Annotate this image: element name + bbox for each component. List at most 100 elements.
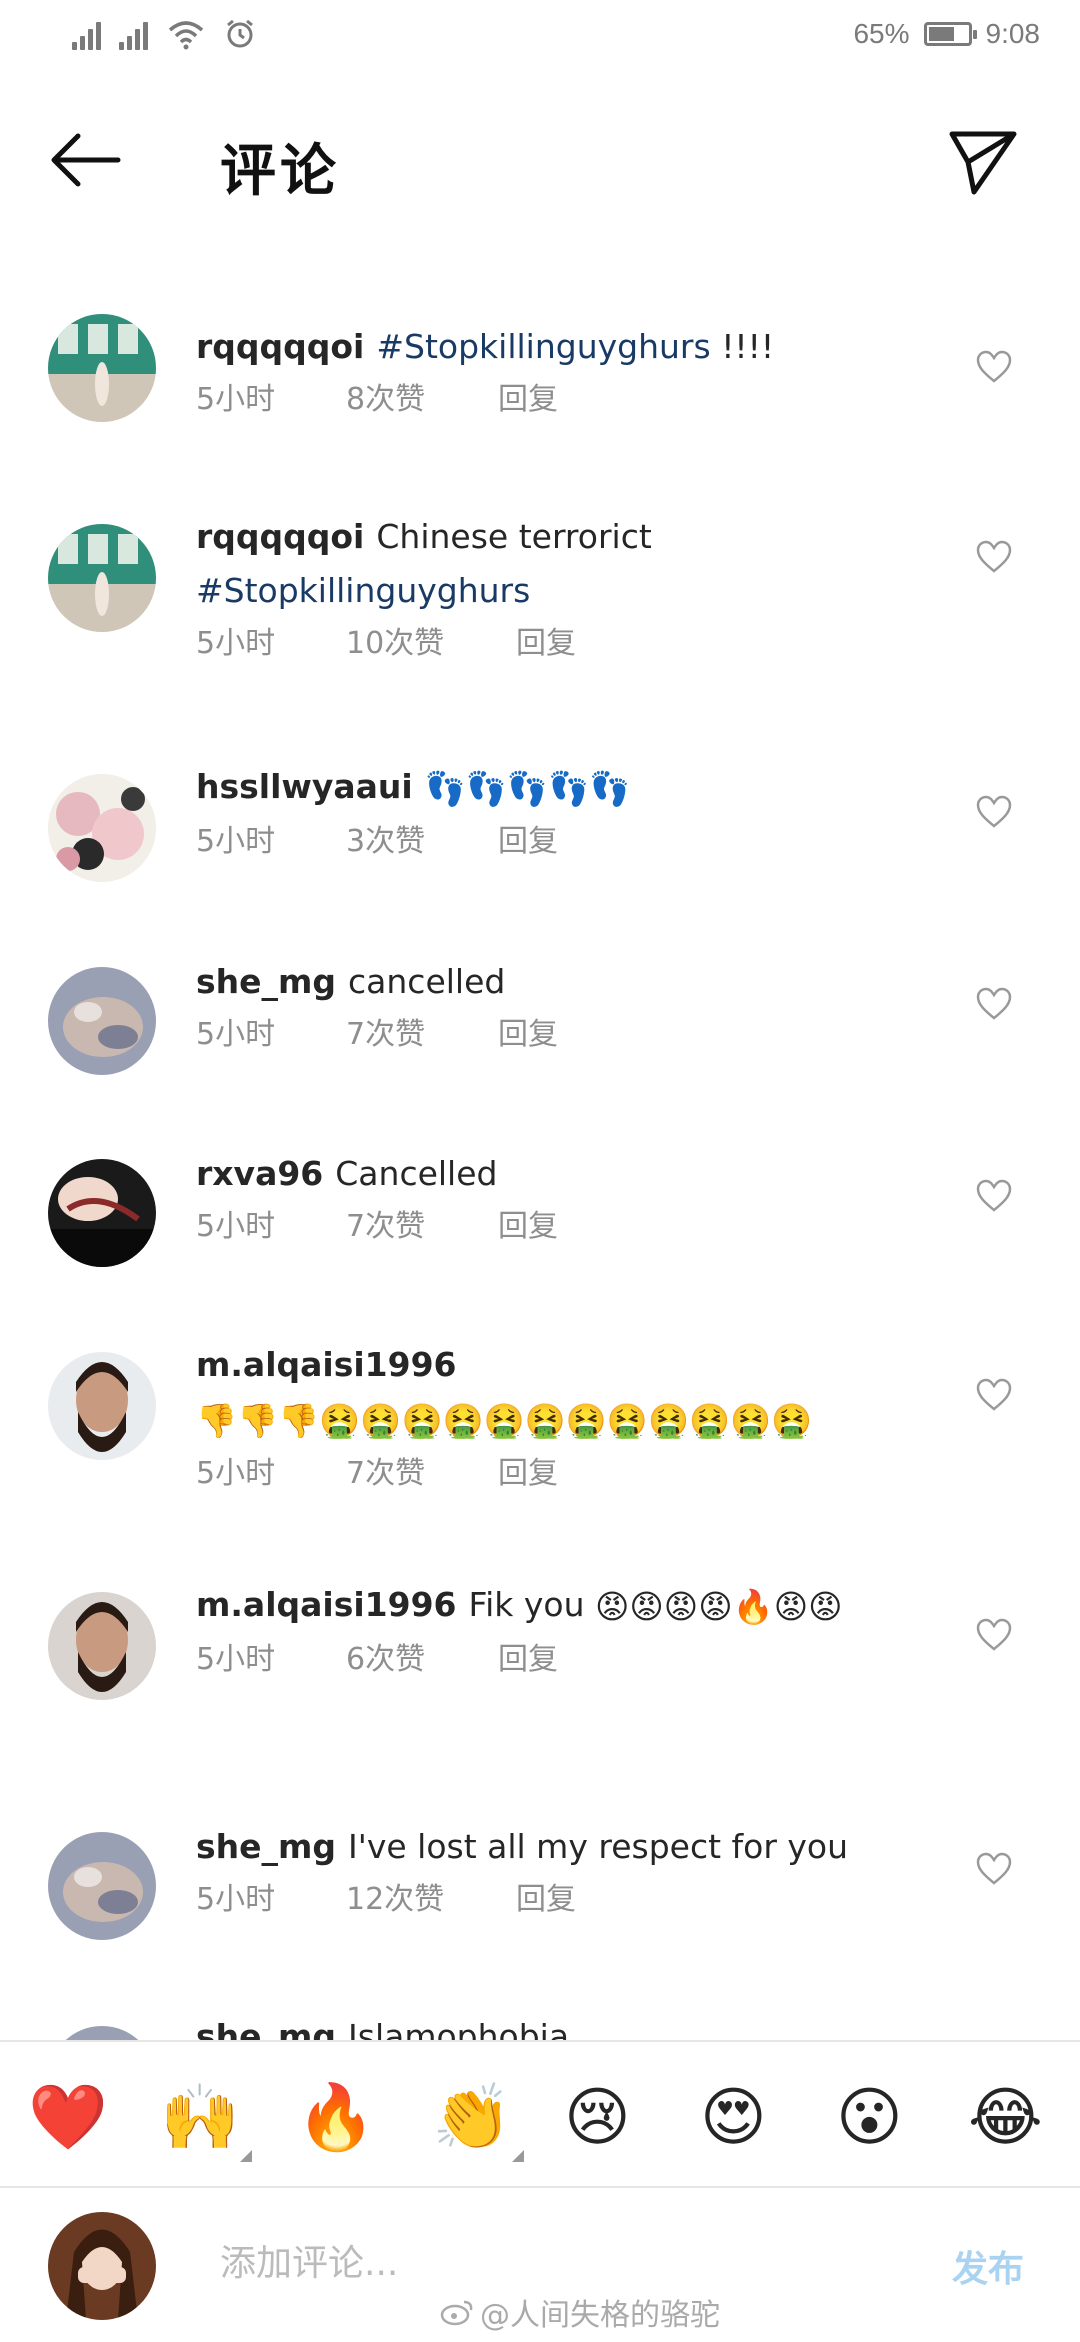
- heart-icon[interactable]: [976, 795, 1012, 829]
- avatar[interactable]: [48, 1352, 156, 1460]
- comment-text: Fik you: [468, 1585, 585, 1624]
- avatar[interactable]: [48, 967, 156, 1075]
- weibo-logo-icon: [440, 2300, 473, 2326]
- comment-body: rqqqqqoi Chinese terrorict #Stopkillinguy…: [196, 510, 916, 664]
- comment-time: 5小时: [196, 1882, 276, 1917]
- hashtag-link[interactable]: #Stopkillinguyghurs: [196, 571, 530, 610]
- comment-body: m.alqaisi1996 👎👎👎🤮🤮🤮🤮🤮🤮🤮🤮🤮🤮🤮🤮 5小时 7次赞 回复: [196, 1338, 916, 1494]
- reaction-raised-hands[interactable]: 🙌: [160, 2078, 252, 2162]
- signal-icon-2: [119, 20, 148, 50]
- comment-text: cancelled: [348, 962, 506, 1001]
- comment-time: 5小时: [196, 1017, 276, 1052]
- comment-text: !!!!: [721, 327, 775, 366]
- alarm-icon: [227, 19, 253, 48]
- heart-icon[interactable]: [976, 540, 1012, 574]
- header: 评论: [0, 110, 1080, 210]
- comment-body: hssllwyaaui 👣👣👣👣👣 5小时 3次赞 回复: [196, 760, 916, 862]
- likes-count[interactable]: 7次赞: [346, 1015, 498, 1055]
- comment-composer: 发布 @人间失格的骆驼: [0, 2186, 1080, 2342]
- reply-button[interactable]: 回复: [498, 1207, 558, 1247]
- comment-username[interactable]: she_mg: [196, 1827, 336, 1866]
- comment-body: she_mg cancelled 5小时 7次赞 回复: [196, 955, 916, 1055]
- battery-icon: [923, 22, 977, 46]
- post-button[interactable]: 发布: [952, 2240, 1024, 2292]
- likes-count[interactable]: 8次赞: [346, 380, 498, 420]
- comment-username[interactable]: m.alqaisi1996: [196, 1345, 457, 1384]
- comment-body: rxva96 Cancelled 5小时 7次赞 回复: [196, 1147, 916, 1247]
- reaction-crying[interactable]: 😢: [564, 2078, 644, 2158]
- comment-body: she_mg Islamophobia: [196, 2010, 916, 2040]
- comment-username[interactable]: rqqqqqoi: [196, 517, 364, 556]
- heart-icon[interactable]: [976, 1618, 1012, 1652]
- comment-text: Chinese terrorict: [376, 517, 652, 556]
- comment-username[interactable]: m.alqaisi1996: [196, 1585, 457, 1624]
- heart-icon[interactable]: [976, 1852, 1012, 1886]
- reaction-clap[interactable]: 👏: [432, 2078, 524, 2162]
- likes-count[interactable]: 10次赞: [346, 624, 516, 664]
- reply-button[interactable]: 回复: [498, 822, 558, 862]
- variants-caret-icon: [240, 2150, 252, 2162]
- arrow-left-icon[interactable]: [48, 128, 122, 192]
- likes-count[interactable]: 3次赞: [346, 822, 498, 862]
- avatar[interactable]: [48, 1832, 156, 1940]
- comment-time: 5小时: [196, 823, 276, 859]
- comment-username[interactable]: hssllwyaaui: [196, 767, 413, 806]
- avatar[interactable]: [48, 1159, 156, 1267]
- avatar[interactable]: [48, 314, 156, 422]
- comment-time: 5小时: [196, 1641, 276, 1677]
- watermark: @人间失格的骆驼: [440, 2290, 720, 2334]
- heart-icon[interactable]: [976, 1179, 1012, 1213]
- status-time: 9:08: [985, 18, 1041, 49]
- likes-count[interactable]: 7次赞: [346, 1454, 498, 1494]
- reaction-heart-eyes[interactable]: 😍: [700, 2078, 780, 2158]
- comment-time: 5小时: [196, 382, 276, 417]
- reply-button[interactable]: 回复: [498, 1015, 558, 1055]
- likes-count[interactable]: 6次赞: [346, 1640, 498, 1680]
- hashtag-link[interactable]: #Stopkillinguyghurs: [376, 327, 710, 366]
- comment-list[interactable]: rqqqqqoi #Stopkillinguyghurs !!!! 5小时 8次赞回…: [0, 210, 1080, 2040]
- comment-text: I've lost all my respect for you: [348, 1827, 849, 1866]
- battery-percent: 65%: [853, 18, 910, 49]
- status-icons-right: 65% 9:08: [853, 18, 1040, 50]
- reaction-fire[interactable]: 🔥: [296, 2078, 376, 2158]
- reply-button[interactable]: 回复: [498, 380, 558, 420]
- likes-count[interactable]: 7次赞: [346, 1207, 498, 1247]
- comment-text: Cancelled: [335, 1154, 498, 1193]
- paper-plane-icon[interactable]: [948, 126, 1018, 196]
- avatar[interactable]: [48, 1592, 156, 1700]
- comment-input[interactable]: [218, 2232, 922, 2294]
- avatar[interactable]: [48, 524, 156, 632]
- likes-count[interactable]: 12次赞: [346, 1880, 516, 1920]
- my-avatar: [48, 2212, 156, 2320]
- comment-time: 5小时: [196, 1209, 276, 1244]
- comment-text: Islamophobia: [348, 2017, 570, 2040]
- comment-body: m.alqaisi1996 Fik you 😡😡😡😡🔥😡😡 5小时 6次赞 回复: [196, 1578, 916, 1680]
- reaction-surprised[interactable]: 😮: [836, 2078, 916, 2158]
- emoji-reactions: 👎👎👎🤮🤮🤮🤮🤮🤮🤮🤮🤮🤮🤮🤮: [196, 1400, 813, 1440]
- comment-username[interactable]: rxva96: [196, 1154, 323, 1193]
- battery-fill: [928, 27, 954, 41]
- variants-caret-icon: [512, 2150, 524, 2162]
- reply-button[interactable]: 回复: [516, 624, 576, 664]
- comment-time: 5小时: [196, 1455, 276, 1491]
- heart-icon[interactable]: [976, 987, 1012, 1021]
- comment-username[interactable]: she_mg: [196, 2017, 336, 2040]
- avatar[interactable]: [48, 774, 156, 882]
- comment-time: 5小时: [196, 626, 276, 661]
- heart-icon[interactable]: [976, 350, 1012, 384]
- signal-icon: [72, 20, 101, 50]
- comment-body: rqqqqqoi #Stopkillinguyghurs !!!! 5小时 8次赞回…: [196, 320, 916, 420]
- heart-icon[interactable]: [976, 1378, 1012, 1412]
- reaction-laughing[interactable]: 😂: [968, 2078, 1048, 2158]
- comment-username[interactable]: rqqqqqoi: [196, 327, 364, 366]
- reaction-heart[interactable]: ❤️: [28, 2078, 108, 2158]
- emoji-feet: 👣👣👣👣👣: [424, 768, 631, 808]
- comment-username[interactable]: she_mg: [196, 962, 336, 1001]
- reply-button[interactable]: 回复: [516, 1880, 576, 1920]
- reply-button[interactable]: 回复: [498, 1640, 558, 1680]
- avatar[interactable]: [48, 2026, 156, 2040]
- quick-reaction-bar: ❤️ 🙌 🔥 👏 😢 😍 😮 😂: [0, 2040, 1080, 2188]
- status-icons-left: [72, 18, 256, 50]
- emoji-reactions: 😡😡😡😡🔥😡😡: [595, 1586, 843, 1626]
- reply-button[interactable]: 回复: [498, 1454, 558, 1494]
